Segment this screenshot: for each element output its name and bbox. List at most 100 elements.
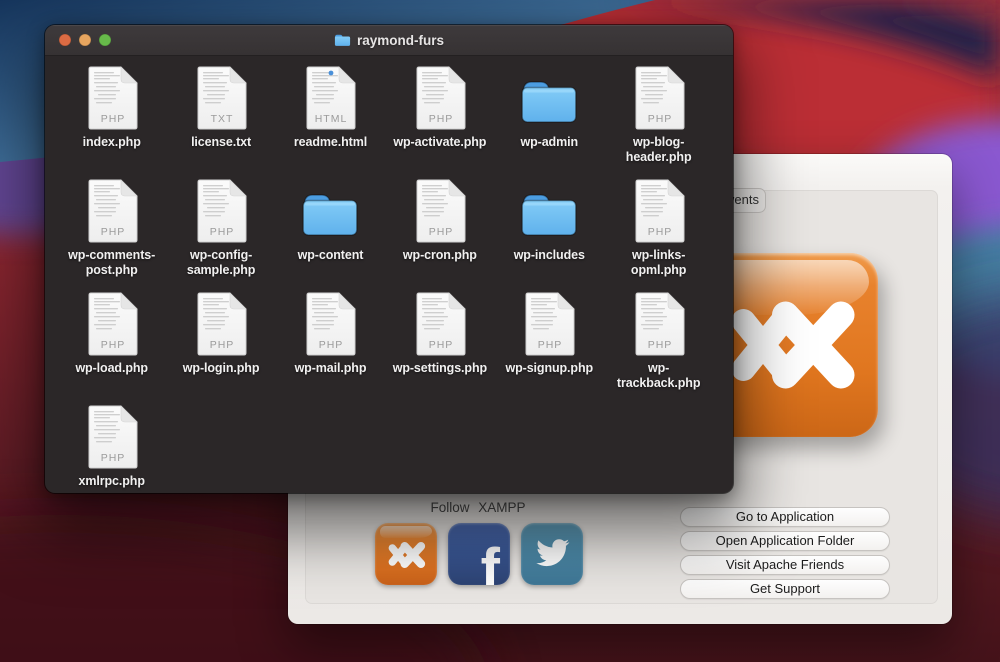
window-title-text: raymond-furs	[357, 33, 444, 48]
svg-text:PHP: PHP	[429, 113, 454, 125]
file-label: wp-cron.php	[403, 248, 477, 263]
php-file-glyph: PHP	[195, 292, 247, 356]
file-item[interactable]: TXT license.txt	[166, 66, 275, 179]
file-label: index.php	[83, 135, 141, 150]
folder-item[interactable]: wp-content	[276, 179, 385, 292]
php-file-glyph: PHP	[414, 292, 466, 356]
facebook-f-glyph: f	[481, 541, 500, 585]
file-label: wp-blog-header.php	[607, 135, 711, 165]
get-support-button[interactable]: Get Support	[680, 579, 890, 599]
svg-text:PHP: PHP	[100, 452, 125, 464]
txt-file-glyph: TXT	[195, 66, 247, 130]
html-file-icon: HTML	[301, 66, 359, 130]
file-item[interactable]: PHP wp-signup.php	[495, 292, 604, 405]
svg-text:PHP: PHP	[100, 226, 125, 238]
php-file-icon: PHP	[301, 292, 359, 356]
file-label: wp-admin	[520, 135, 578, 150]
file-item[interactable]: PHP wp-login.php	[166, 292, 275, 405]
file-item[interactable]: PHP wp-settings.php	[385, 292, 494, 405]
xampp-xx-glyph	[384, 533, 428, 577]
file-grid: PHP index.php TXT license.txt HTML readm…	[45, 56, 733, 493]
php-file-icon: PHP	[520, 292, 578, 356]
file-item[interactable]: HTML readme.html	[276, 66, 385, 179]
file-label: wp-mail.php	[295, 361, 367, 376]
visit-apache-friends-button[interactable]: Visit Apache Friends	[680, 555, 890, 575]
file-label: wp-comments-post.php	[60, 248, 164, 278]
file-label: xmlrpc.php	[79, 474, 145, 489]
finder-window: raymond-furs PHP index.php TXT license.t…	[45, 25, 733, 493]
file-item[interactable]: PHP wp-config-sample.php	[166, 179, 275, 292]
file-item[interactable]: PHP wp-mail.php	[276, 292, 385, 405]
folder-icon	[334, 33, 351, 47]
twitter-bird-glyph	[531, 535, 573, 571]
folder-item[interactable]: wp-admin	[495, 66, 604, 179]
php-file-glyph: PHP	[523, 292, 575, 356]
php-file-glyph: PHP	[195, 179, 247, 243]
file-label: wp-content	[298, 248, 364, 263]
svg-text:PHP: PHP	[319, 339, 344, 351]
open-application-folder-button[interactable]: Open Application Folder	[680, 531, 890, 551]
php-file-icon: PHP	[411, 292, 469, 356]
svg-text:PHP: PHP	[210, 339, 235, 351]
file-label: readme.html	[294, 135, 367, 150]
svg-text:PHP: PHP	[210, 226, 235, 238]
svg-text:PHP: PHP	[647, 226, 672, 238]
file-item[interactable]: PHP index.php	[57, 66, 166, 179]
facebook-icon[interactable]: f	[448, 523, 510, 585]
file-item[interactable]: PHP wp-trackback.php	[604, 292, 713, 405]
php-file-glyph: PHP	[304, 292, 356, 356]
svg-text:PHP: PHP	[647, 113, 672, 125]
php-file-icon: PHP	[83, 179, 141, 243]
file-label: wp-login.php	[183, 361, 260, 376]
php-file-icon: PHP	[83, 66, 141, 130]
php-file-glyph: PHP	[633, 179, 685, 243]
folder-glyph	[301, 188, 359, 238]
file-item[interactable]: PHP xmlrpc.php	[57, 405, 166, 493]
file-label: wp-includes	[514, 248, 585, 263]
php-file-glyph: PHP	[414, 66, 466, 130]
php-file-icon: PHP	[630, 66, 688, 130]
svg-text:HTML: HTML	[315, 113, 348, 125]
html-file-glyph: HTML	[304, 66, 356, 130]
go-to-application-button[interactable]: Go to Application	[680, 507, 890, 527]
twitter-icon[interactable]	[521, 523, 583, 585]
file-label: wp-links-opml.php	[607, 248, 711, 278]
svg-text:PHP: PHP	[100, 113, 125, 125]
file-label: wp-activate.php	[393, 135, 486, 150]
xampp-xx-glyph	[715, 270, 865, 420]
php-file-glyph: PHP	[414, 179, 466, 243]
svg-text:PHP: PHP	[538, 339, 563, 351]
xampp-buttons: Go to Application Open Application Folder…	[680, 507, 890, 599]
php-file-icon: PHP	[192, 179, 250, 243]
file-label: wp-load.php	[75, 361, 148, 376]
xampp-icon[interactable]	[375, 523, 437, 585]
folder-glyph	[520, 75, 578, 125]
file-label: wp-config-sample.php	[169, 248, 273, 278]
php-file-glyph: PHP	[86, 66, 138, 130]
php-file-glyph: PHP	[633, 66, 685, 130]
php-file-icon: PHP	[411, 179, 469, 243]
php-file-glyph: PHP	[86, 292, 138, 356]
file-item[interactable]: PHP wp-load.php	[57, 292, 166, 405]
php-file-icon: PHP	[411, 66, 469, 130]
svg-text:PHP: PHP	[100, 339, 125, 351]
svg-text:PHP: PHP	[429, 226, 454, 238]
svg-text:PHP: PHP	[429, 339, 454, 351]
window-title: raymond-furs	[45, 25, 733, 55]
php-file-icon: PHP	[630, 179, 688, 243]
folder-item[interactable]: wp-includes	[495, 179, 604, 292]
php-file-icon: PHP	[192, 292, 250, 356]
php-file-glyph: PHP	[86, 179, 138, 243]
folder-icon	[520, 179, 578, 243]
file-item[interactable]: PHP wp-links-opml.php	[604, 179, 713, 292]
folder-icon	[520, 66, 578, 130]
social-icons-row: f	[375, 523, 583, 585]
file-item[interactable]: PHP wp-blog-header.php	[604, 66, 713, 179]
file-item[interactable]: PHP wp-cron.php	[385, 179, 494, 292]
folder-icon	[301, 179, 359, 243]
finder-titlebar[interactable]: raymond-furs	[45, 25, 733, 56]
file-item[interactable]: PHP wp-activate.php	[385, 66, 494, 179]
file-label: wp-trackback.php	[607, 361, 711, 391]
file-item[interactable]: PHP wp-comments-post.php	[57, 179, 166, 292]
php-file-icon: PHP	[83, 405, 141, 469]
